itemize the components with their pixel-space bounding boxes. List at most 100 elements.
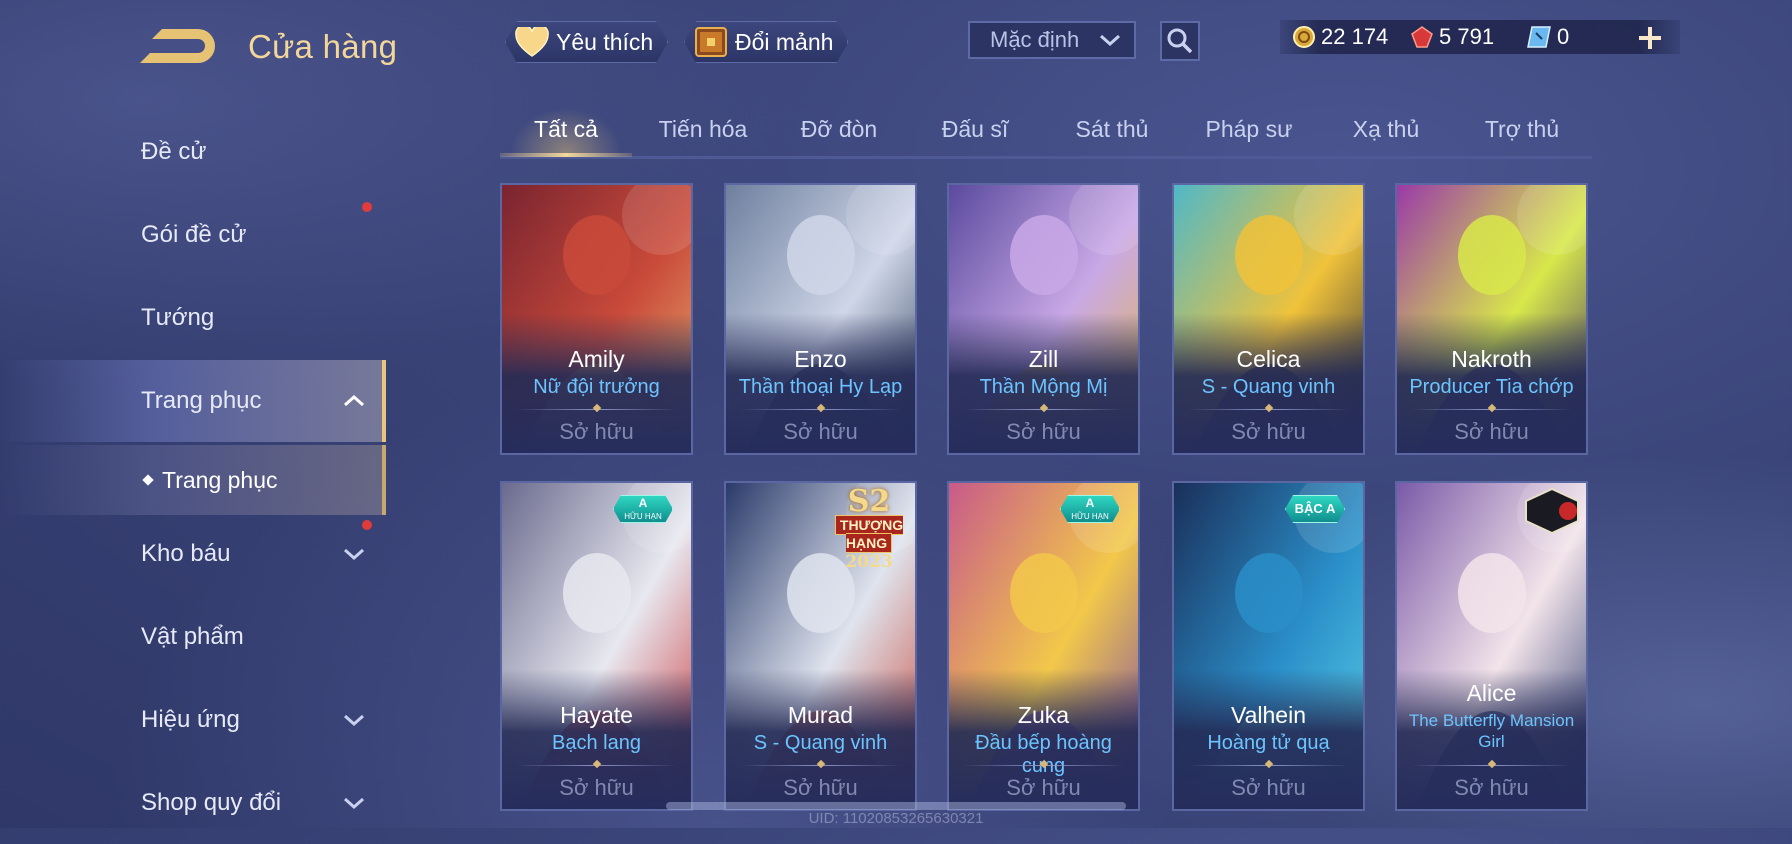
owned-status: Sở hữu [1454, 775, 1529, 800]
sidebar-item-skins[interactable]: Trang phục [0, 360, 386, 442]
favorites-button[interactable]: Yêu thích [505, 21, 668, 63]
horizontal-scrollbar[interactable] [666, 802, 1126, 810]
hero-name: Enzo [794, 346, 847, 372]
diamond-bullet-icon [142, 474, 154, 486]
active-tab-underline [500, 153, 632, 157]
sidebar-item-label: Đề cử [141, 138, 207, 165]
tier-badge: BẬC A [1285, 495, 1345, 523]
owned-status: Sở hữu [783, 419, 858, 444]
chevron-up-icon [344, 394, 364, 407]
exchange-shards-button[interactable]: Đổi mảnh [684, 21, 848, 63]
skin-name: Đầu bếp hoàng cung [975, 732, 1112, 777]
back-button[interactable] [140, 26, 216, 66]
tab-marksman[interactable]: Xạ thủ [1353, 116, 1420, 143]
skin-card[interactable]: Nakroth Producer Tia chớp Sở hữu [1395, 183, 1588, 455]
card-divider [1411, 759, 1572, 769]
sidebar-item-recommended[interactable]: Đề cử [0, 111, 386, 193]
tab-support[interactable]: Trợ thủ [1485, 116, 1559, 143]
sidebar-item-label: Tướng [141, 304, 215, 331]
skin-name: Thần Mộng Mị [979, 376, 1108, 398]
sidebar-item-exchange-shop[interactable]: Shop quy đổi [0, 762, 386, 844]
hero-name: Zuka [1017, 702, 1070, 728]
voucher-amount: 0 [1557, 24, 1570, 49]
skin-card[interactable]: Alice The Butterfly Mansion Girl Sở hữu [1395, 481, 1588, 811]
skin-name: S - Quang vinh [753, 732, 888, 754]
plus-icon [1639, 27, 1661, 49]
tab-tank[interactable]: Đỡ đòn [801, 116, 877, 143]
skin-card[interactable]: Zuka Đầu bếp hoàng cungSở hữu A HỮU HẠN [947, 481, 1140, 811]
gold-amount: 22 174 [1321, 24, 1389, 49]
skin-name: The Butterfly Mansion Girl [1408, 711, 1575, 751]
gold-coin-icon [1293, 26, 1315, 48]
ruby-gem-icon [1411, 26, 1433, 48]
sidebar-item-heroes[interactable]: Tướng [0, 277, 386, 359]
top-up-button[interactable] [1632, 20, 1668, 56]
tier-badge-title: A [638, 496, 648, 510]
search-button[interactable] [1160, 21, 1200, 61]
chevron-down-icon [344, 548, 364, 561]
tab-all[interactable]: Tất cả [534, 116, 598, 143]
owned-status: Sở hữu [1231, 775, 1306, 800]
sidebar-item-effects[interactable]: Hiệu ứng [0, 679, 386, 761]
tier-badge-title: BẬC A [1294, 501, 1336, 516]
exchange-label: Đổi mảnh [735, 28, 834, 55]
notification-dot [362, 202, 372, 212]
hero-name: Valhein [1230, 702, 1307, 728]
back-arrow-icon [140, 29, 215, 63]
owned-status: Sở hữu [559, 775, 634, 800]
hero-name: Nakroth [1451, 346, 1532, 372]
hero-name: Murad [787, 702, 854, 728]
tab-fighter[interactable]: Đấu sĩ [942, 116, 1008, 143]
skin-name: Bạch lang [552, 732, 641, 754]
category-tabs: Tất cả Tiến hóa Đỡ đòn Đấu sĩ Sát thủ Ph… [500, 100, 1592, 159]
tier-badge-title: A [1085, 496, 1095, 510]
sidebar-subitem-skins[interactable]: Trang phục [0, 445, 386, 515]
season-year: 2023 [845, 552, 893, 572]
skin-card[interactable]: Enzo Thần thoại Hy Lạp Sở hữu [724, 183, 917, 455]
sidebar-item-label: Kho báu [141, 540, 231, 567]
owned-status: Sở hữu [1006, 419, 1081, 444]
card-divider [1188, 759, 1349, 769]
skin-card[interactable]: Valhein Hoàng tử quạ Sở hữu BẬC A [1172, 481, 1365, 811]
skin-card[interactable]: Zill Thần Mộng Mị Sở hữu [947, 183, 1140, 455]
owned-status: Sở hữu [1006, 775, 1081, 800]
skin-name: Hoàng tử quạ [1207, 732, 1330, 754]
card-divider [963, 403, 1124, 413]
skin-card[interactable]: Hayate Bạch lang Sở hữu A HỮU HẠN [500, 481, 693, 811]
sidebar-item-label: Vật phẩm [141, 623, 244, 650]
hero-name: Zill [1028, 346, 1059, 372]
tab-assassin[interactable]: Sát thủ [1076, 116, 1149, 143]
voucher-card-icon [1527, 26, 1551, 48]
owned-status: Sở hữu [559, 419, 634, 444]
hero-name: Amily [568, 346, 625, 372]
search-icon [1167, 28, 1193, 54]
owned-status: Sở hữu [1454, 419, 1529, 444]
skin-name: Nữ đội trưởng [533, 376, 660, 398]
voucher-currency: 0 [1526, 24, 1569, 50]
user-id: UID: 11020853265630321 [808, 810, 984, 827]
tier-badge-subtitle: HỮU HẠN [1071, 512, 1109, 521]
sidebar-item-treasure[interactable]: Kho báu [0, 513, 386, 595]
sort-dropdown[interactable]: Mặc định [968, 21, 1136, 59]
card-divider [740, 759, 901, 769]
tab-evolution[interactable]: Tiến hóa [659, 116, 748, 143]
skin-card[interactable]: Celica S - Quang vinh Sở hữu [1172, 183, 1365, 455]
skin-card[interactable]: Amily Nữ đội trưởng Sở hữu [500, 183, 693, 455]
tab-mage[interactable]: Pháp sư [1205, 116, 1292, 143]
skin-card[interactable]: Murad S - Quang vinh Sở hữu S2 THƯỢNG HẠNG 20… [724, 481, 917, 811]
owned-status: Sở hữu [783, 775, 858, 800]
hero-name: Alice [1466, 680, 1517, 706]
chevron-down-icon [1100, 34, 1120, 47]
currency-bar: 22 174 5 791 0 [1280, 20, 1680, 54]
favorites-label: Yêu thích [556, 28, 654, 55]
sidebar-item-label: Trang phục [141, 387, 262, 414]
skin-name: Producer Tia chớp [1409, 376, 1574, 398]
heart-icon [514, 25, 550, 59]
sidebar-item-recommended-packs[interactable]: Gói đề cử [0, 194, 386, 276]
skin-name: S - Quang vinh [1201, 376, 1336, 398]
card-divider [516, 403, 677, 413]
tier-badge: A HỮU HẠN [613, 495, 673, 523]
page-title: Cửa hàng [248, 28, 398, 65]
collab-logo [1524, 487, 1580, 535]
sidebar-item-items[interactable]: Vật phẩm [0, 596, 386, 678]
